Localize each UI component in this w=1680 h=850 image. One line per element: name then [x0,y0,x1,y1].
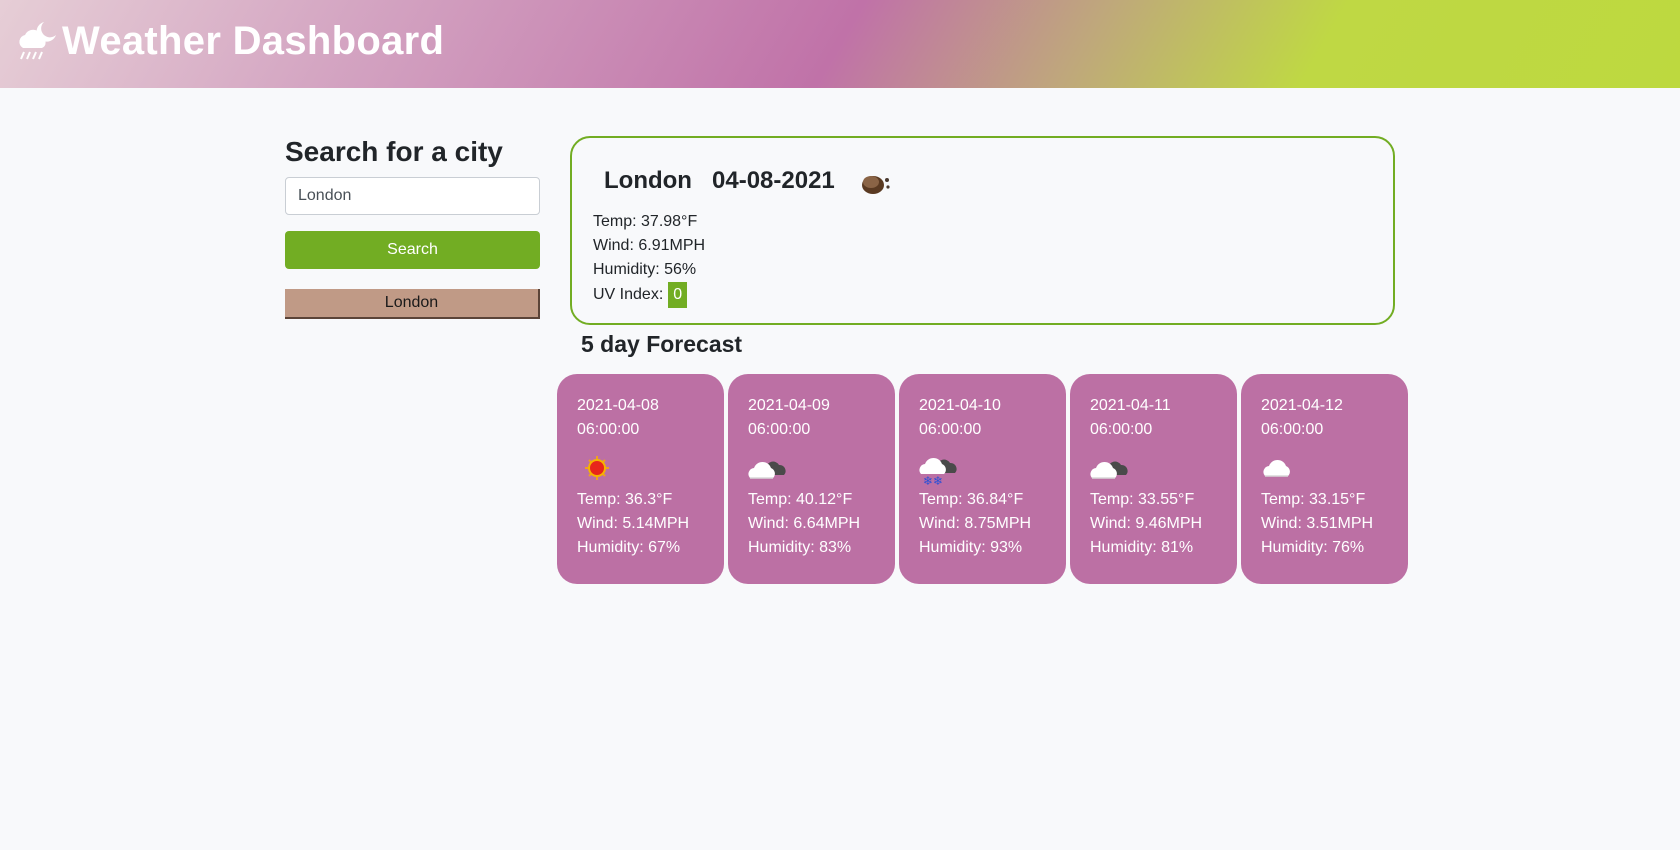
forecast-humidity: Humidity: 83% [748,539,852,556]
broken-clouds-icon [748,461,786,479]
forecast-date: 2021-04-09 06:00:00 [748,397,830,438]
overcast-night-icon [862,176,890,194]
forecast-temp: Temp: 33.15°F [1261,491,1366,508]
cloud-icon [1263,459,1290,477]
forecast-temp: Temp: 40.12°F [748,491,853,508]
forecast-temp: Temp: 36.3°F [577,491,673,508]
sun-icon [585,456,609,480]
search-heading: Search for a city [285,136,503,167]
broken-clouds-icon [1090,461,1128,479]
forecast-date: 2021-04-11 06:00:00 [1090,397,1171,438]
forecast-card: 2021-04-10 06:00:00 ❄❄ Temp: 36.84°F Win… [899,374,1066,584]
current-humidity: Humidity: 56% [593,261,697,278]
search-button[interactable]: Search [285,231,540,269]
current-date: 04-08-2021 [712,167,835,194]
current-temp: Temp: 37.98°F [593,213,698,230]
forecast-date: 2021-04-12 06:00:00 [1261,397,1343,438]
history-item-london[interactable]: London [285,289,540,319]
forecast-wind: Wind: 6.64MPH [748,515,861,532]
snow-icon: ❄❄ [919,457,957,486]
forecast-card: 2021-04-11 06:00:00 Temp: 33.55°F Wind: … [1070,374,1237,584]
uv-label: UV Index: [593,286,664,303]
current-wind: Wind: 6.91MPH [593,237,706,254]
forecast-humidity: Humidity: 67% [577,539,681,556]
forecast-date: 2021-04-08 06:00:00 [577,397,659,438]
forecast-wind: Wind: 9.46MPH [1090,515,1203,532]
forecast-temp: Temp: 33.55°F [1090,491,1195,508]
current-uv-line: UV Index: 0 [593,282,705,308]
current-weather-card: London 04-08-2021 Temp: 37.98°F Wind: 6.… [570,136,1395,325]
city-search-input[interactable] [285,177,540,215]
current-city: London [604,167,692,194]
cloud-moon-rain-icon [19,22,56,60]
forecast-humidity: Humidity: 76% [1261,539,1365,556]
forecast-humidity: Humidity: 93% [919,539,1023,556]
forecast-date: 2021-04-10 06:00:00 [919,397,1001,438]
forecast-humidity: Humidity: 81% [1090,539,1194,556]
forecast-card: 2021-04-12 06:00:00 Temp: 33.15°F Wind: … [1241,374,1408,584]
forecast-wind: Wind: 3.51MPH [1261,515,1374,532]
page-title: Weather Dashboard [62,19,445,63]
page-header: Weather Dashboard [0,0,1680,88]
svg-text:❄❄: ❄❄ [923,474,943,486]
forecast-temp: Temp: 36.84°F [919,491,1024,508]
current-stats: Temp: 37.98°F Wind: 6.91MPH Humidity: 56… [593,210,705,308]
forecast-card: 2021-04-08 06:00:00 Temp: 36.3°F Wind: 5… [557,374,724,584]
forecast-heading: 5 day Forecast [581,331,743,357]
forecast-wind: Wind: 8.75MPH [919,515,1032,532]
forecast-card: 2021-04-09 06:00:00 Temp: 40.12°F Wind: … [728,374,895,584]
uv-index-badge: 0 [668,282,688,308]
forecast-wind: Wind: 5.14MPH [577,515,690,532]
forecast-row: 2021-04-08 06:00:00 Temp: 36.3°F Wind: 5… [557,374,1408,584]
